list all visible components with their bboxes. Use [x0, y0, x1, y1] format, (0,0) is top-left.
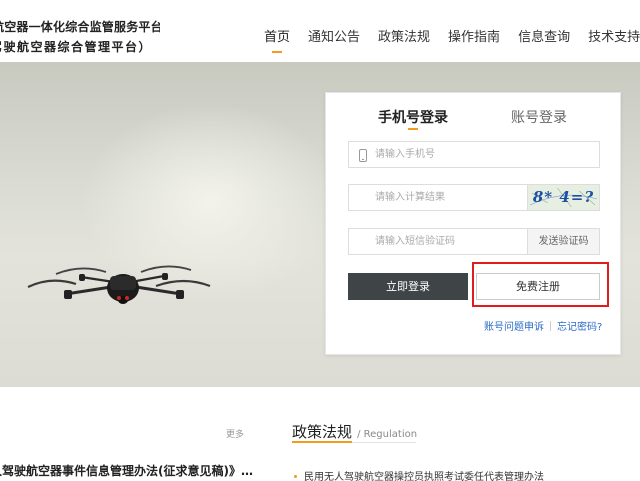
- tab-phone-login[interactable]: 手机号登录: [378, 107, 448, 130]
- nav-item-query[interactable]: 信息查询: [518, 26, 570, 45]
- news-headline[interactable]: 人驾驶航空器事件信息管理办法(征求意见稿)》…: [0, 462, 253, 479]
- nav-item-policies[interactable]: 政策法规: [378, 26, 430, 45]
- account-appeal-link[interactable]: 账号问题申诉: [484, 322, 544, 333]
- policy-section-subtitle: / Regulation: [357, 429, 418, 440]
- hero-banner: 手机号登录 账号登录 8* 4=? 发送验证码 立即登录 免费注册: [0, 62, 640, 387]
- sms-code-field: 发送验证码: [348, 228, 600, 255]
- nav-item-guide[interactable]: 操作指南: [448, 26, 500, 45]
- main-nav: 首页 通知公告 政策法规 操作指南 信息查询 技术支持: [255, 26, 640, 53]
- policy-section-title: 政策法规: [292, 423, 353, 441]
- login-links: 账号问题申诉 忘记密码?: [484, 318, 602, 333]
- sms-code-input[interactable]: [349, 229, 525, 254]
- site-logo[interactable]: 航空器一体化综合监管服务平台 驾驶航空器综合管理平台）: [0, 18, 160, 55]
- news-more-link[interactable]: 更多: [226, 427, 244, 440]
- phone-field: [348, 141, 600, 168]
- brand-subtitle: 驾驶航空器综合管理平台）: [0, 40, 153, 54]
- forgot-password-link[interactable]: 忘记密码?: [557, 322, 602, 333]
- tab-account-login[interactable]: 账号登录: [511, 107, 567, 127]
- captcha-field: 8* 4=?: [348, 184, 600, 211]
- login-panel: 手机号登录 账号登录 8* 4=? 发送验证码 立即登录 免费注册: [325, 92, 621, 355]
- bullet-icon: [294, 475, 297, 478]
- drone-image: [27, 265, 211, 304]
- nav-item-notices[interactable]: 通知公告: [308, 26, 360, 45]
- captcha-text: 8* 4=?: [532, 188, 595, 206]
- login-tabs: 手机号登录 账号登录: [326, 107, 622, 133]
- site-header: 航空器一体化综合监管服务平台 驾驶航空器综合管理平台） 首页 通知公告 政策法规…: [0, 0, 640, 62]
- section-underline: [292, 441, 416, 443]
- link-divider: [550, 321, 551, 331]
- captcha-image[interactable]: 8* 4=?: [527, 185, 599, 210]
- nav-item-home[interactable]: 首页: [264, 26, 290, 53]
- send-code-button[interactable]: 发送验证码: [527, 229, 599, 254]
- policy-item-text: 民用无人驾驶航空器操控员执照考试委任代表管理办法: [304, 472, 544, 481]
- brand-title: 航空器一体化综合监管服务平台: [0, 20, 160, 34]
- policy-section-header: 政策法规 / Regulation: [292, 421, 417, 442]
- login-button[interactable]: 立即登录: [348, 273, 468, 300]
- captcha-input[interactable]: [349, 185, 525, 210]
- register-button[interactable]: 免费注册: [476, 273, 600, 300]
- phone-input[interactable]: [349, 142, 599, 167]
- policy-list-item[interactable]: 民用无人驾驶航空器操控员执照考试委任代表管理办法: [294, 468, 544, 481]
- nav-item-support[interactable]: 技术支持: [588, 26, 640, 45]
